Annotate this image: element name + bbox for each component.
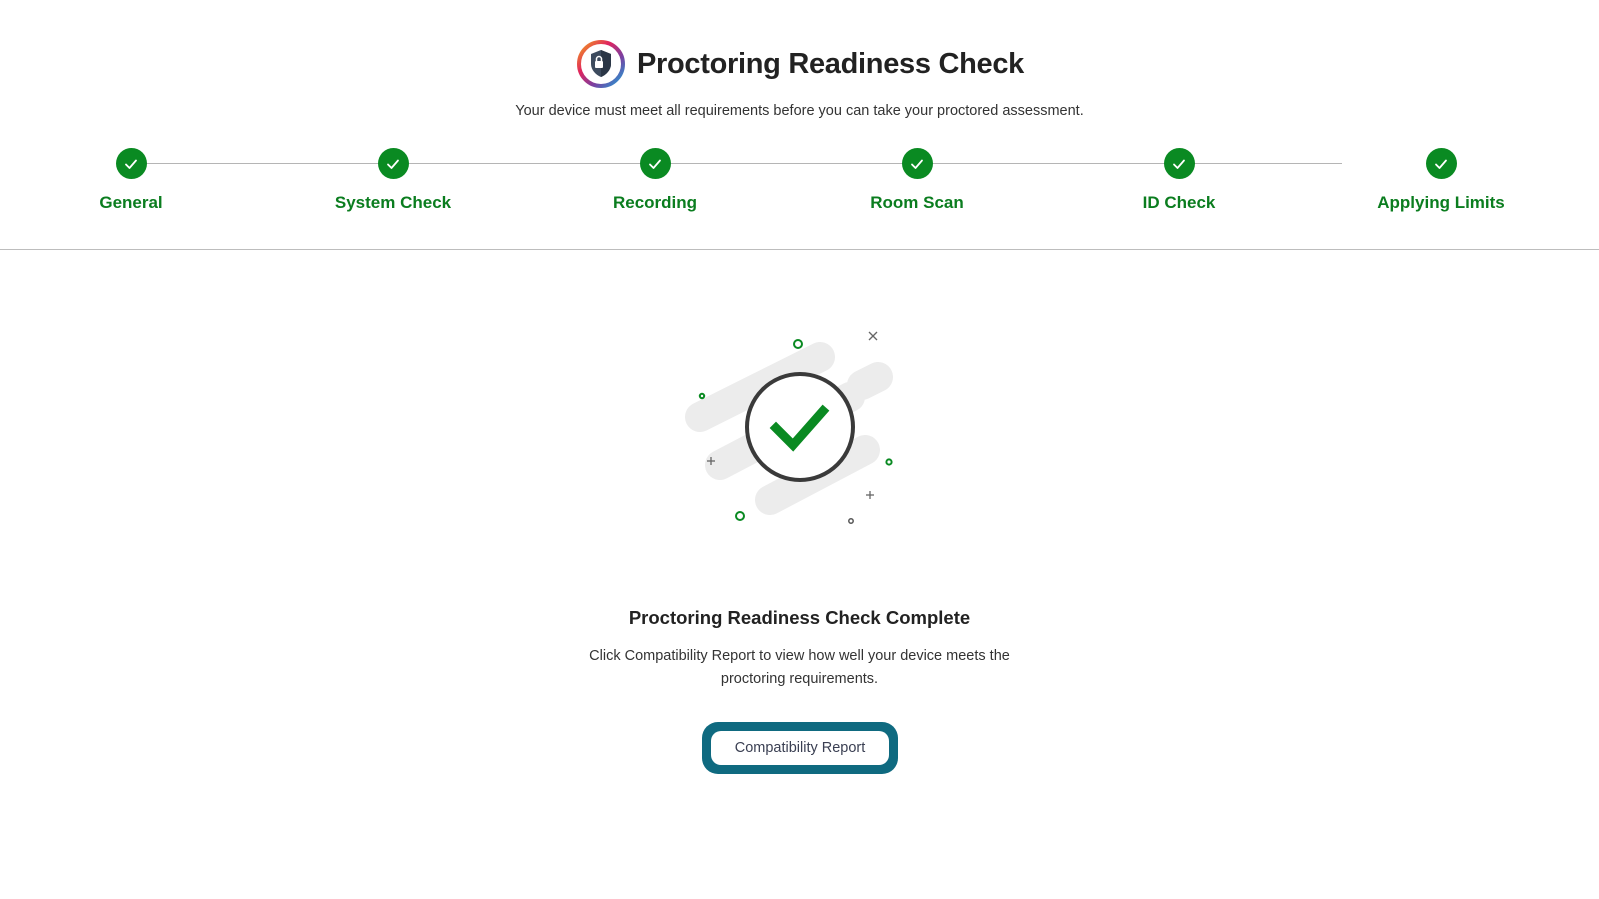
- step-complete-indicator: [1425, 148, 1457, 179]
- progress-stepper: General System Check Recording Room Scan: [0, 148, 1599, 228]
- checkmark-icon: [1435, 159, 1447, 169]
- compatibility-report-button-label: Compatibility Report: [711, 731, 889, 765]
- step-label: System Check: [334, 193, 452, 212]
- step-label: Applying Limits: [1377, 193, 1505, 212]
- step-complete-indicator: [1163, 148, 1195, 179]
- step-label: General: [99, 193, 163, 212]
- title-row: Proctoring Readiness Check: [0, 38, 1599, 90]
- step-label: ID Check: [1142, 193, 1216, 212]
- step-complete-indicator: [901, 148, 933, 179]
- step-room-scan: Room Scan: [807, 148, 1027, 213]
- step-recording: Recording: [545, 148, 765, 213]
- step-label: Recording: [612, 193, 698, 212]
- step-general: General: [21, 148, 241, 213]
- checkmark-icon: [1173, 159, 1185, 169]
- step-complete-indicator: [377, 148, 409, 179]
- checkmark-icon: [649, 159, 661, 169]
- step-id-check: ID Check: [1069, 148, 1289, 213]
- step-complete-indicator: [639, 148, 671, 179]
- result-title: Proctoring Readiness Check Complete: [628, 607, 971, 628]
- checkmark-icon: [911, 159, 923, 169]
- page-subtitle: Your device must meet all requirements b…: [515, 103, 1084, 119]
- step-applying-limits: Applying Limits: [1331, 148, 1551, 213]
- page-title: Proctoring Readiness Check: [636, 47, 1025, 80]
- checkmark-icon: [387, 159, 399, 169]
- shield-lock-icon: [576, 40, 625, 88]
- compatibility-report-button[interactable]: Compatibility Report: [702, 722, 898, 774]
- step-label: Room Scan: [870, 193, 964, 212]
- success-check-icon: [685, 331, 893, 524]
- checkmark-icon: [125, 159, 137, 169]
- step-system-check: System Check: [283, 148, 503, 213]
- result-description: Click Compatibility Report to view how w…: [589, 648, 1010, 687]
- step-complete-indicator: [115, 148, 147, 179]
- page-header: Proctoring Readiness Check Your device m…: [0, 0, 1599, 250]
